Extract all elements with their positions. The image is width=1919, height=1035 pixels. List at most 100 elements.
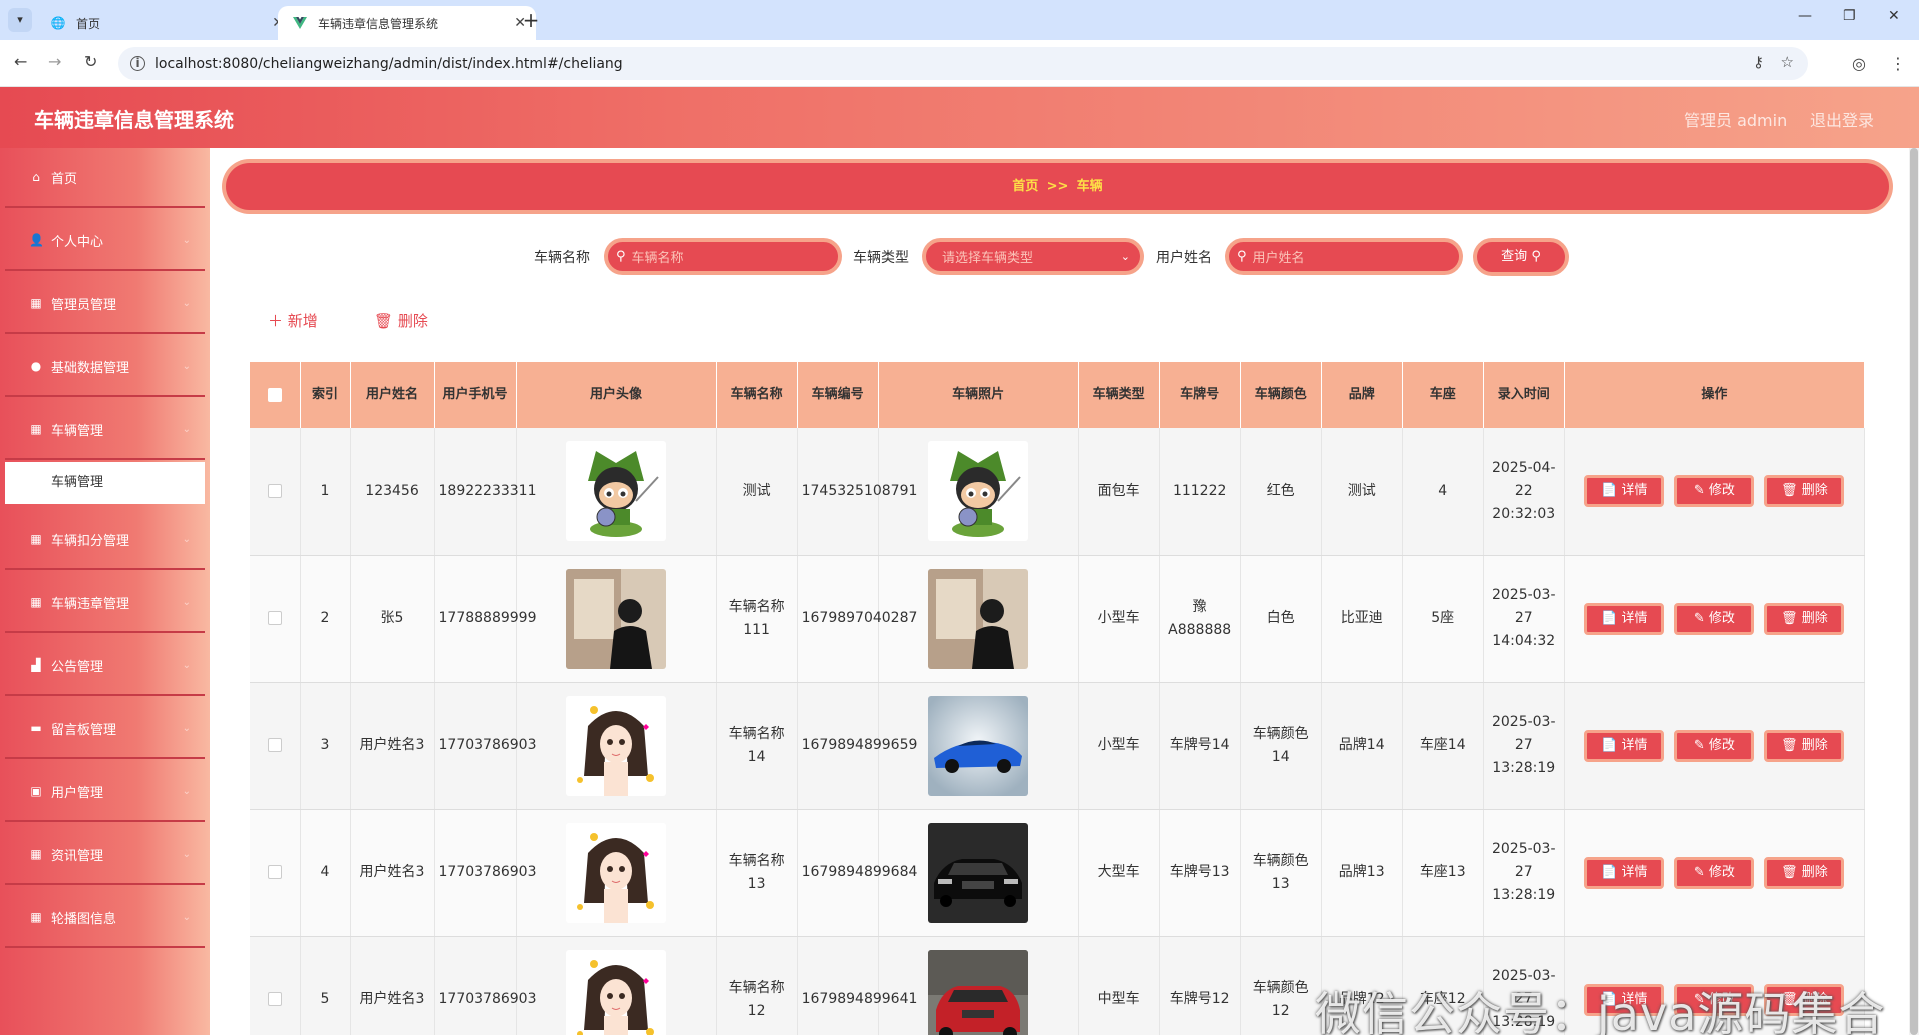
table-row[interactable]: 2 张5 17788889999 车辆名称111 1679897040287 小型车 豫A8… [250,555,1866,683]
bookmark-star-icon[interactable]: ☆ [1781,53,1794,71]
back-icon[interactable]: ← [14,52,27,71]
detail-button[interactable]: 📄 详情 [1584,602,1665,635]
add-button[interactable]: ＋ 新增 [268,310,318,331]
user-avatar-image[interactable] [566,949,667,1035]
sidebar-item[interactable]: ▦ 资讯管理 ⌄ [5,825,205,885]
filter-type-select[interactable]: 请选择车辆类型 ⌄ [922,238,1144,275]
user-avatar-image[interactable] [566,568,667,669]
url-text: localhost:8080/cheliangweizhang/admin/di… [155,55,623,72]
vehicle-photo-image[interactable] [928,949,1029,1035]
user-avatar-image[interactable] [566,695,667,796]
address-bar[interactable]: i localhost:8080/cheliangweizhang/admin/… [118,47,1808,80]
user-avatar-image[interactable] [566,822,667,923]
vue-icon [292,15,308,31]
sidebar-item[interactable]: ▦ 车辆管理 ⌄ [5,400,205,460]
sidebar-item[interactable]: ● 基础数据管理 ⌄ [5,337,205,397]
sidebar-item[interactable]: ▦ 车辆扣分管理 ⌄ [5,510,205,570]
vehicle-photo-image[interactable] [928,441,1029,542]
chevron-down-icon: ⌄ [182,911,191,923]
app-title: 车辆违章信息管理系统 [34,108,234,132]
detail-button[interactable]: 📄 详情 [1584,856,1665,889]
row-checkbox[interactable] [267,483,282,498]
user-avatar-image[interactable] [566,441,667,542]
home-icon: ⌂ [32,170,40,184]
browser-tab-home[interactable]: 🌐 首页 ✕ [36,6,294,40]
scrollbar-thumb[interactable] [1910,148,1918,1035]
column-header: 索引 [300,362,351,428]
sidebar-item-label: 用户管理 [51,785,104,801]
row-select-cell[interactable] [250,809,301,937]
batch-delete-button[interactable]: 🗑 删除 [374,310,428,331]
tab-list-dropdown[interactable]: ▾ [8,8,32,32]
edit-button[interactable]: ✎ 修改 [1674,729,1755,762]
select-all-cell[interactable] [250,362,301,428]
cell-index: 1 [300,428,351,556]
sidebar-subitem-vehicle-management[interactable]: 车辆管理 [5,462,205,504]
sidebar-item[interactable]: ▬ 留言板管理 ⌄ [5,699,205,759]
site-info-icon[interactable]: i [130,56,145,71]
new-tab-button[interactable]: + [520,8,542,32]
sidebar-item[interactable]: ⌂ 首页 [5,148,205,208]
edit-button[interactable]: ✎ 修改 [1674,475,1755,508]
operations-cell: 📄 详情 ✎ 修改 🗑 删除 [1564,809,1866,937]
search-icon: ⚲ [1531,249,1541,264]
delete-button[interactable]: 🗑 删除 [1764,856,1845,889]
browser-tab-bar: ▾ 🌐 首页 ✕ 车辆违章信息管理系统 ✕ + — ❐ ✕ [0,0,1919,40]
vehicle-photo-image[interactable] [928,822,1029,923]
row-select-cell[interactable] [250,936,301,1035]
edit-button[interactable]: ✎ 修改 [1674,602,1755,635]
row-checkbox[interactable] [267,865,282,879]
column-header: 车牌号 [1159,362,1241,428]
cell-user: 用户姓名3 [350,936,435,1035]
column-header: 品牌 [1321,362,1403,428]
row-checkbox[interactable] [267,738,282,752]
edit-button-label: 修改 [1708,864,1735,880]
cell-time: 2025-04-22 20:32:03 [1483,428,1565,556]
minimize-icon[interactable]: — [1798,8,1812,24]
sidebar-item[interactable]: ▦ 管理员管理 ⌄ [5,274,205,334]
sidebar-item[interactable]: ▣ 用户管理 ⌄ [5,762,205,822]
sidebar-item[interactable]: ▟ 公告管理 ⌄ [5,636,205,696]
table-row[interactable]: 1 123456 18922233311 测试 1745325108791 面包车 1112… [250,428,1866,556]
filter-name-input[interactable]: ⚲ 车辆名称 [604,238,842,275]
row-select-cell[interactable] [250,682,301,810]
add-button-label: 新增 [287,312,318,330]
menu-dots-icon[interactable]: ⋮ [1890,54,1906,73]
cell-color: 车辆颜色12 [1240,936,1322,1035]
detail-button[interactable]: 📄 详情 [1584,729,1665,762]
breadcrumb-home[interactable]: 首页 [1012,179,1038,194]
sidebar-item[interactable]: ▦ 车辆违章管理 ⌄ [5,573,205,633]
browser-tab-active[interactable]: 车辆违章信息管理系统 ✕ [278,6,536,40]
delete-button[interactable]: 🗑 删除 [1764,475,1845,508]
select-all-checkbox[interactable] [267,387,282,402]
profile-icon[interactable]: ◎ [1852,54,1866,73]
vehicle-photo-image[interactable] [928,695,1029,796]
row-select-cell[interactable] [250,428,301,556]
forward-icon[interactable]: → [48,52,61,71]
row-checkbox[interactable] [267,611,282,625]
grid-icon: ▦ [30,847,42,861]
query-button[interactable]: 查询 ⚲ [1473,238,1569,276]
edit-button[interactable]: ✎ 修改 [1674,856,1755,889]
password-key-icon[interactable]: ⚷ [1753,53,1764,71]
row-select-cell[interactable] [250,555,301,683]
logout-link[interactable]: 退出登录 [1810,107,1874,131]
grid-icon: ▦ [30,296,42,310]
sidebar-item[interactable]: 👤 个人中心 ⌄ [5,211,205,271]
vehicle-photo-image[interactable] [928,568,1029,669]
row-checkbox[interactable] [267,992,282,1006]
sidebar-item[interactable]: ▦ 轮播图信息 ⌄ [5,888,205,948]
document-icon: 📄 [1601,864,1622,880]
delete-button[interactable]: 🗑 删除 [1764,729,1845,762]
cell-time: 2025-03-27 13:28:19 [1483,809,1565,937]
table-row[interactable]: 3 用户姓名3 17703786903 车辆名称14 1679894899659 小型车车… [250,682,1866,810]
close-window-icon[interactable]: ✕ [1888,8,1900,24]
detail-button[interactable]: 📄 详情 [1584,475,1665,508]
table-row[interactable]: 4 用户姓名3 17703786903 车辆名称13 1679894899684 大型车车… [250,809,1866,937]
scrollbar[interactable] [1909,148,1919,1035]
search-icon: ⚲ [1237,249,1247,264]
restore-icon[interactable]: ❐ [1843,8,1856,24]
filter-user-input[interactable]: ⚲ 用户姓名 [1225,238,1463,275]
reload-icon[interactable]: ↻ [84,52,97,71]
delete-button[interactable]: 🗑 删除 [1764,602,1845,635]
